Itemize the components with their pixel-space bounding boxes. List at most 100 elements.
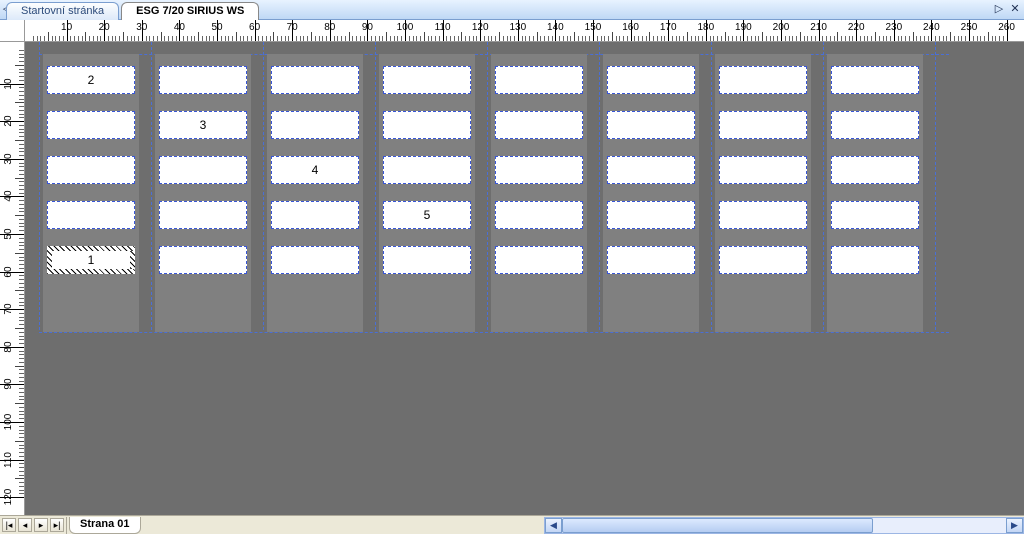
label-slot[interactable]: [607, 111, 695, 139]
label-slot[interactable]: [383, 246, 471, 274]
label-slot[interactable]: [831, 66, 919, 94]
label-slot[interactable]: [719, 66, 807, 94]
v-ruler-label: 20: [3, 116, 14, 127]
column-background: [155, 54, 251, 332]
h-ruler-label: 90: [362, 22, 373, 33]
v-ruler-label: 70: [3, 304, 14, 315]
label-slot[interactable]: [495, 111, 583, 139]
h-ruler-label: 120: [472, 22, 489, 33]
h-ruler-label: 220: [848, 22, 865, 33]
h-ruler-label: 150: [585, 22, 602, 33]
h-ruler-label: 250: [961, 22, 978, 33]
slot-text: 2: [48, 73, 134, 87]
tab-close[interactable]: ✕: [1008, 2, 1022, 16]
h-ruler-label: 200: [773, 22, 790, 33]
scroll-right-button[interactable]: ▶: [1006, 518, 1023, 533]
guide-vertical: [151, 42, 152, 330]
label-slot[interactable]: [271, 66, 359, 94]
v-ruler-label: 120: [3, 489, 14, 506]
h-ruler-label: 190: [735, 22, 752, 33]
column-background: [267, 54, 363, 332]
column-background: [43, 54, 139, 332]
scroll-thumb[interactable]: [562, 518, 873, 533]
page-prev-button[interactable]: ◂: [18, 518, 32, 532]
h-ruler-label: 20: [99, 22, 110, 33]
v-ruler-label: 60: [3, 266, 14, 277]
h-ruler-label: 40: [174, 22, 185, 33]
label-slot[interactable]: [831, 156, 919, 184]
column-background: [715, 54, 811, 332]
label-slot[interactable]: 3: [159, 111, 247, 139]
label-slot[interactable]: [47, 111, 135, 139]
v-ruler-label: 80: [3, 341, 14, 352]
page-first-button[interactable]: |◂: [2, 518, 16, 532]
label-slot[interactable]: 1: [47, 246, 135, 274]
label-slot[interactable]: [495, 246, 583, 274]
label-slot[interactable]: [719, 246, 807, 274]
v-ruler-label: 40: [3, 191, 14, 202]
guide-vertical: [375, 42, 376, 330]
label-slot[interactable]: [159, 246, 247, 274]
horizontal-scrollbar[interactable]: ◀ ▶: [544, 517, 1024, 534]
h-ruler-label: 70: [287, 22, 298, 33]
h-ruler-label: 140: [547, 22, 564, 33]
page-tab[interactable]: Strana 01: [69, 517, 141, 534]
label-slot[interactable]: [607, 156, 695, 184]
horizontal-ruler[interactable]: 1020304050607080901001101201301401501601…: [25, 20, 1024, 42]
label-slot[interactable]: [159, 201, 247, 229]
page-next-button[interactable]: ▸: [34, 518, 48, 532]
label-slot[interactable]: [495, 66, 583, 94]
label-slot[interactable]: [831, 246, 919, 274]
design-canvas[interactable]: 2 1 34 5: [25, 42, 1024, 515]
label-slot[interactable]: [719, 201, 807, 229]
label-slot[interactable]: [271, 246, 359, 274]
page-nav-buttons: |◂ ◂ ▸ ▸|: [0, 517, 67, 534]
v-ruler-label: 90: [3, 379, 14, 390]
h-ruler-label: 170: [660, 22, 677, 33]
guide-vertical: [599, 42, 600, 330]
guide-horizontal: [39, 332, 949, 333]
vertical-ruler[interactable]: 102030405060708090100110120: [0, 42, 25, 515]
label-slot[interactable]: [607, 246, 695, 274]
label-slot[interactable]: [159, 66, 247, 94]
label-slot[interactable]: [159, 156, 247, 184]
guide-vertical: [935, 42, 936, 330]
h-ruler-label: 210: [810, 22, 827, 33]
label-slot[interactable]: [495, 156, 583, 184]
tab-active-document[interactable]: ESG 7/20 SIRIUS WS: [121, 2, 259, 20]
guide-vertical: [39, 42, 40, 330]
h-ruler-label: 130: [509, 22, 526, 33]
column-background: [603, 54, 699, 332]
label-slot[interactable]: [719, 111, 807, 139]
label-slot[interactable]: [607, 66, 695, 94]
page-tab-bar: |◂ ◂ ▸ ▸| Strana 01 ◀ ▶: [0, 515, 1024, 534]
label-slot[interactable]: [607, 201, 695, 229]
label-slot[interactable]: [383, 111, 471, 139]
guide-vertical: [263, 42, 264, 330]
label-slot[interactable]: [495, 201, 583, 229]
label-slot[interactable]: 5: [383, 201, 471, 229]
slot-text: 5: [384, 208, 470, 222]
h-ruler-label: 100: [397, 22, 414, 33]
h-ruler-label: 260: [998, 22, 1015, 33]
v-ruler-label: 50: [3, 228, 14, 239]
page-last-button[interactable]: ▸|: [50, 518, 64, 532]
tab-start-page[interactable]: Startovní stránka: [6, 2, 119, 20]
slot-text: 1: [48, 253, 134, 267]
label-slot[interactable]: [47, 201, 135, 229]
h-ruler-label: 80: [324, 22, 335, 33]
label-slot[interactable]: [383, 156, 471, 184]
label-slot[interactable]: [47, 156, 135, 184]
label-slot[interactable]: [271, 201, 359, 229]
guide-vertical: [487, 42, 488, 330]
label-slot[interactable]: 2: [47, 66, 135, 94]
label-slot[interactable]: [719, 156, 807, 184]
label-slot[interactable]: [383, 66, 471, 94]
tab-scroll-right[interactable]: ▷: [992, 2, 1006, 16]
label-slot[interactable]: [831, 201, 919, 229]
label-slot[interactable]: [271, 111, 359, 139]
label-slot[interactable]: [831, 111, 919, 139]
scroll-track[interactable]: [562, 518, 1006, 533]
label-slot[interactable]: 4: [271, 156, 359, 184]
scroll-left-button[interactable]: ◀: [545, 518, 562, 533]
